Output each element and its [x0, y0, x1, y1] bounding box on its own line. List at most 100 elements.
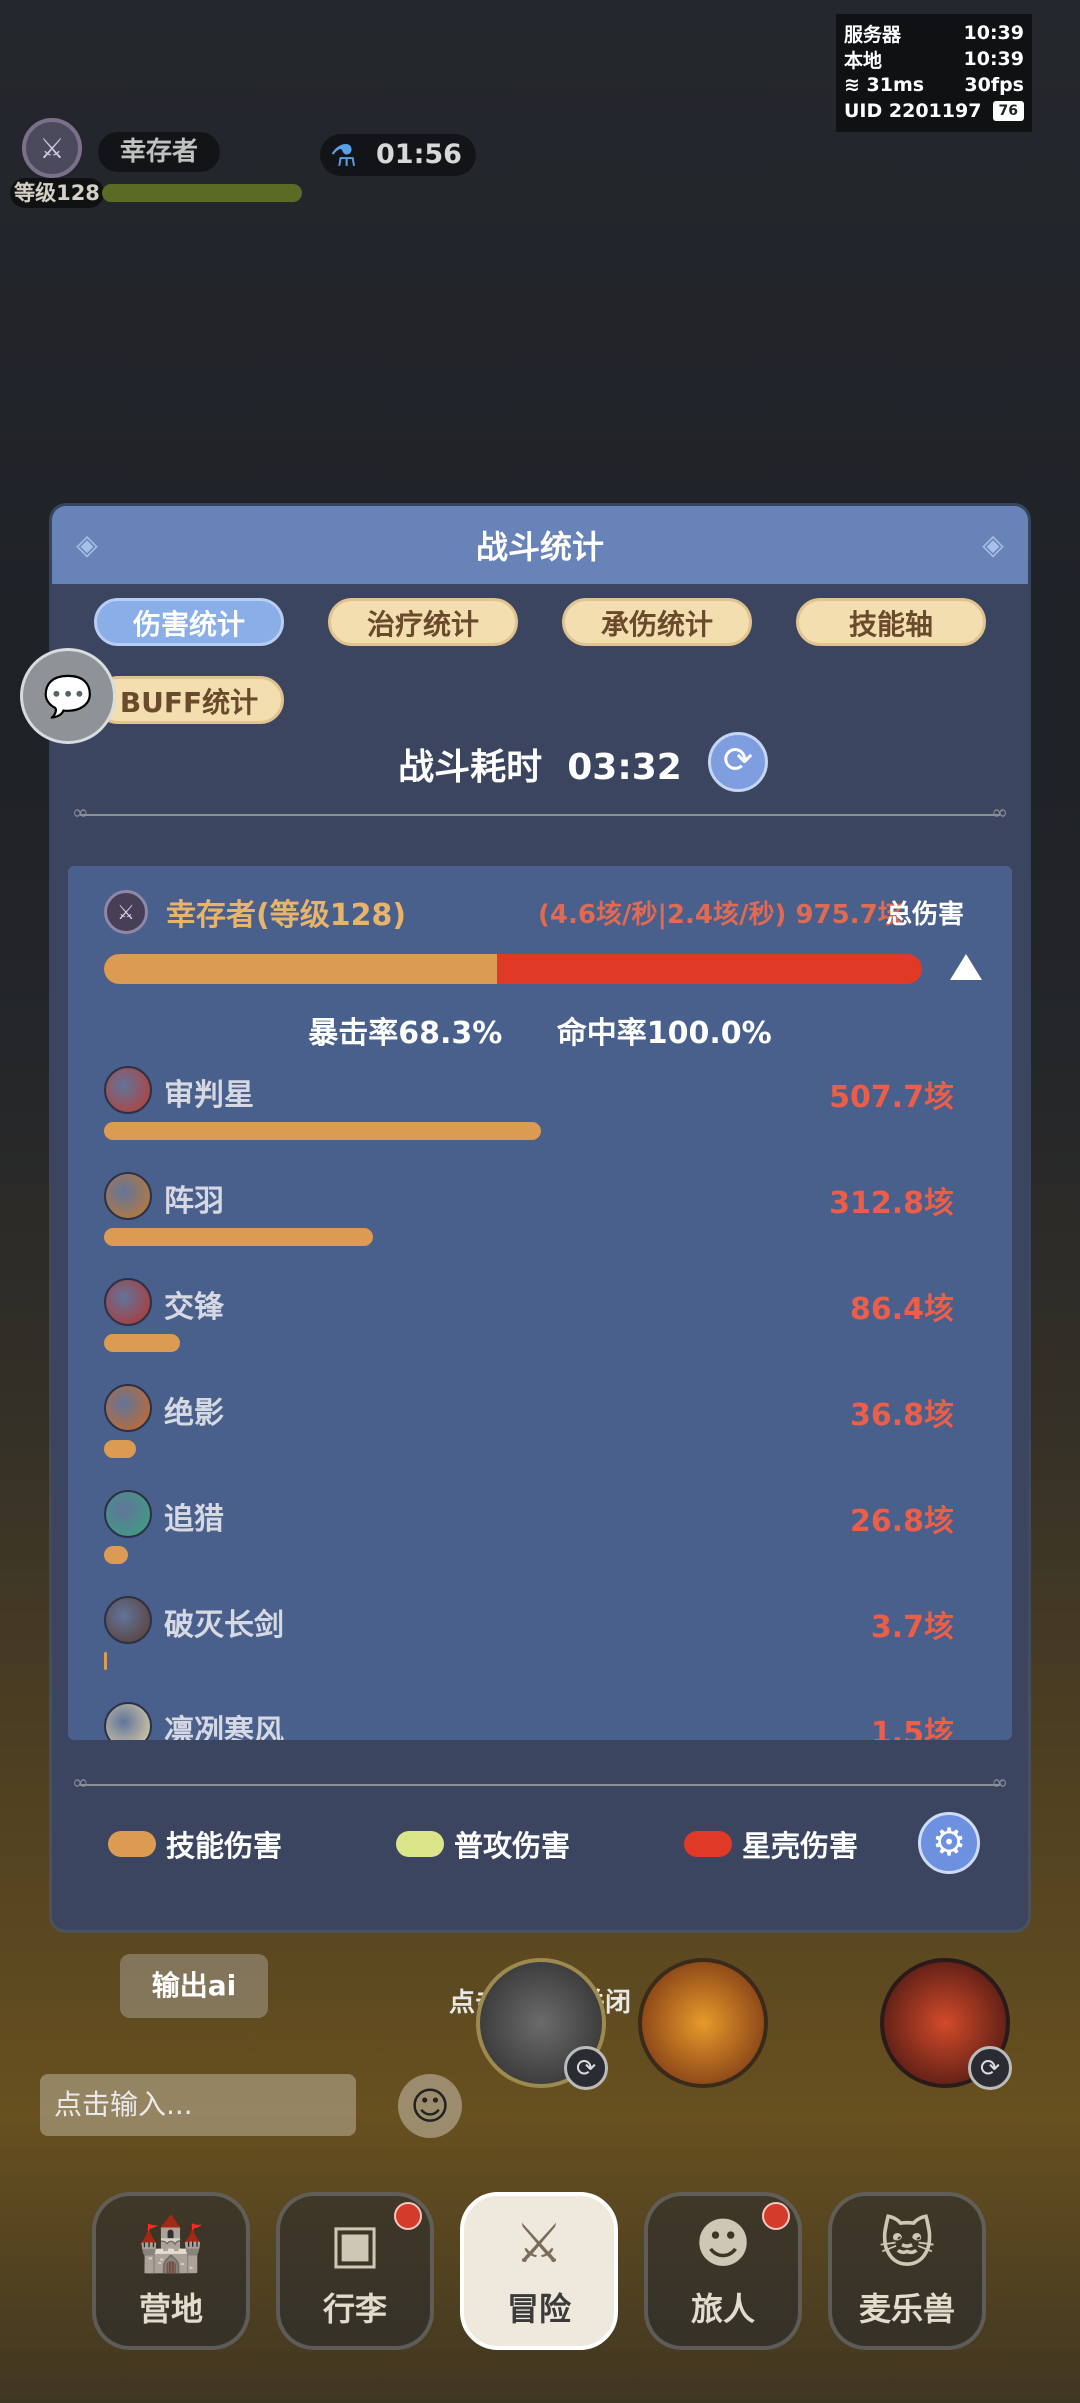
skill-damage-bar	[104, 1440, 136, 1458]
local-time: 10:39	[963, 48, 1024, 70]
nav-label: 行李	[322, 2290, 387, 2328]
skill-orb-1[interactable]: ⟳	[476, 1958, 608, 2090]
skill-orb-2[interactable]	[638, 1958, 768, 2088]
emoji-button[interactable]: ☺	[398, 2074, 462, 2138]
battery-indicator: 76	[992, 101, 1024, 121]
divider	[72, 1770, 1008, 1794]
nav-label: 旅人	[690, 2290, 755, 2328]
nav-traveler[interactable]: ☻ 旅人	[644, 2192, 802, 2350]
nav-pet[interactable]: 🐱 麦乐兽	[828, 2192, 986, 2350]
wifi-icon: ≋	[844, 74, 860, 96]
legend-swatch	[684, 1831, 732, 1857]
tab-buff[interactable]: BUFF统计	[94, 676, 284, 724]
divider	[72, 800, 1008, 824]
tab-damage[interactable]: 伤害统计	[94, 598, 284, 646]
clash-icon	[104, 1278, 152, 1326]
diamond-ornament-icon: ◈	[982, 528, 1004, 561]
ping: 31ms	[866, 74, 925, 96]
legend-swatch	[108, 1831, 156, 1857]
summary-rates: 暴击率68.3% 命中率100.0%	[68, 1008, 1012, 1052]
notification-dot	[394, 2202, 422, 2230]
skill-damage-bar	[104, 1546, 128, 1564]
tab-healing[interactable]: 治疗统计	[328, 598, 518, 646]
legend-skill-damage: 技能伤害	[108, 1824, 282, 1864]
skill-name: 凛冽寒风	[164, 1714, 284, 1740]
skill-damage-value: 3.7垓	[870, 1610, 954, 1645]
skill-damage-value: 312.8垓	[829, 1186, 954, 1221]
settings-button[interactable]: ⚙	[918, 1812, 980, 1874]
legend-normal-attack: 普攻伤害	[396, 1824, 570, 1864]
summary-avatar: ⚔	[104, 890, 148, 934]
timer-value: 01:56	[376, 139, 462, 170]
nav-label: 冒险	[506, 2290, 571, 2328]
crossed-swords-icon: ⚔	[514, 2212, 564, 2275]
local-label: 本地	[844, 49, 883, 72]
castle-icon: 🏰	[137, 2212, 205, 2275]
smiley-icon: ☺	[410, 2084, 450, 2128]
legend-star-shell: 星壳伤害	[684, 1824, 858, 1864]
skill-row: 交锋 86.4垓	[104, 1278, 984, 1384]
run-timer: ⚗ 01:56	[320, 134, 476, 176]
skill-name: 审判星	[164, 1078, 254, 1113]
crit-rate: 暴击率68.3%	[308, 1016, 503, 1051]
potion-icon: ⚗	[330, 139, 357, 174]
server-time: 10:39	[963, 22, 1024, 44]
output-ai-button[interactable]: 输出ai	[120, 1954, 268, 2018]
skill-damage-value: 86.4垓	[849, 1292, 954, 1327]
swap-icon: ⟳	[564, 2046, 608, 2090]
collapse-toggle-icon[interactable]	[950, 954, 982, 980]
skill-row: 追猎 26.8垓	[104, 1490, 984, 1596]
nav-camp[interactable]: 🏰 营地	[92, 2192, 250, 2350]
battle-time-value: 03:32	[567, 747, 682, 788]
skill-row: 阵羽 312.8垓	[104, 1172, 984, 1278]
skill-orb-3[interactable]: ⟳	[880, 1958, 1012, 2090]
tab-skill-timeline[interactable]: 技能轴	[796, 598, 986, 646]
hit-rate: 命中率100.0%	[556, 1016, 772, 1051]
skill-row: 绝影 36.8垓	[104, 1384, 984, 1490]
notification-dot	[762, 2202, 790, 2230]
summary-name: 幸存者(等级128)	[166, 898, 407, 933]
legend-label: 普攻伤害	[454, 1829, 571, 1863]
player-level: 等级128	[10, 178, 104, 208]
sword-icon	[104, 1596, 152, 1644]
tab-damage-taken[interactable]: 承伤统计	[562, 598, 752, 646]
battle-time-label: 战斗耗时	[398, 747, 543, 788]
chat-input[interactable]: 点击输入...	[40, 2074, 356, 2136]
legend-label: 技能伤害	[166, 1829, 283, 1863]
nav-label: 营地	[138, 2290, 203, 2328]
summary-damage-bar	[104, 954, 922, 984]
skill-name: 交锋	[164, 1290, 224, 1325]
hunt-icon	[104, 1490, 152, 1538]
player-avatar[interactable]: ⚔	[22, 118, 82, 178]
summary-skill-fill	[104, 954, 497, 984]
cat-icon: 🐱	[878, 2212, 936, 2275]
server-label: 服务器	[844, 23, 902, 46]
diamond-ornament-icon: ◈	[76, 528, 98, 561]
nav-adventure[interactable]: ⚔ 冒险	[460, 2192, 618, 2350]
skill-name: 追猎	[164, 1502, 224, 1537]
swap-icon: ⟳	[968, 2046, 1012, 2090]
status-hud: 服务器 10:39 本地 10:39 ≋ 31ms 30fps UID 2201197…	[836, 14, 1032, 132]
shadow-icon	[104, 1384, 152, 1432]
refresh-button[interactable]: ⟳	[708, 732, 768, 792]
experience-bar	[102, 184, 302, 202]
skill-damage-value: 36.8垓	[849, 1398, 954, 1433]
skill-damage-value: 507.7垓	[829, 1080, 954, 1115]
skill-row: 破灭长剑 3.7垓	[104, 1596, 984, 1702]
chat-button[interactable]: 💬	[20, 648, 116, 744]
judgment-star-icon	[104, 1066, 152, 1114]
skill-damage-value: 26.8垓	[849, 1504, 954, 1539]
sword-emblem-icon: ⚔	[117, 900, 135, 924]
nav-luggage[interactable]: ▣ 行李	[276, 2192, 434, 2350]
skill-damage-bar	[104, 1228, 373, 1246]
skill-name: 破灭长剑	[164, 1608, 284, 1643]
fps: 30fps	[964, 74, 1024, 96]
legend-swatch	[396, 1831, 444, 1857]
summary-dps: (4.6垓/秒|2.4垓/秒) 975.7垓	[538, 894, 904, 931]
skill-name: 绝影	[164, 1396, 224, 1431]
damage-stats-list[interactable]: ⚔ 幸存者(等级128) (4.6垓/秒|2.4垓/秒) 975.7垓 总伤害 …	[68, 866, 1012, 1740]
uid: UID 2201197	[844, 100, 982, 122]
battle-duration: 战斗耗时 03:32	[52, 738, 1028, 790]
panel-header: ◈ 战斗统计 ◈	[52, 506, 1028, 584]
summary-dps-rate: (4.6垓/秒|2.4垓/秒)	[538, 900, 787, 930]
